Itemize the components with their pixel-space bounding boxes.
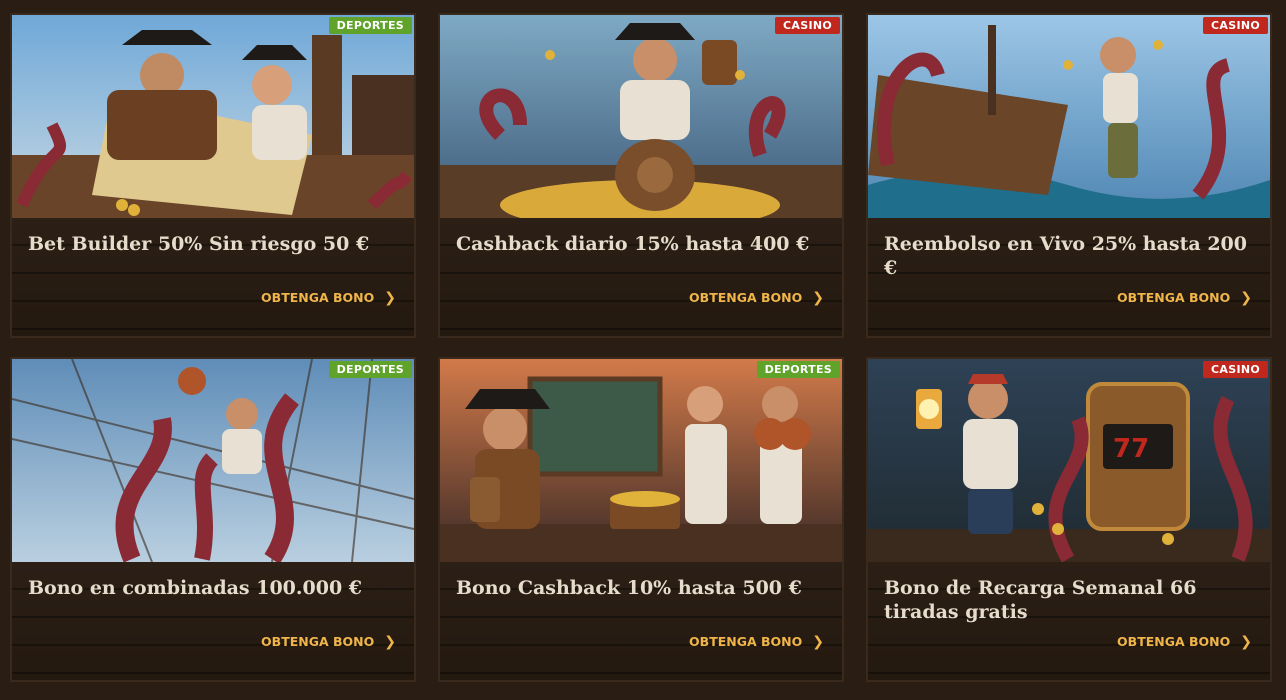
chevron-right-icon: ❯	[1240, 633, 1252, 650]
promo-image: DEPORTES	[440, 359, 842, 562]
get-bonus-button[interactable]: OBTENGA BONO ❯	[689, 634, 824, 649]
card-body: Bono en combinadas 100.000 € OBTENGA BON…	[12, 562, 414, 680]
chevron-right-icon: ❯	[1240, 289, 1252, 306]
promo-card-daily-cashback[interactable]: CASINO Cashback diario 15% hasta 400 € O…	[438, 13, 844, 338]
card-body: Bono de Recarga Semanal 66 tiradas grati…	[868, 562, 1270, 680]
promo-card-combo-bonus[interactable]: DEPORTES Bono en combinadas 100.000 € OB…	[10, 357, 416, 682]
card-body: Bono Cashback 10% hasta 500 € OBTENGA BO…	[440, 562, 842, 680]
promo-card-cashback-bonus[interactable]: DEPORTES Bono Cashback 10% hasta 500 € O…	[438, 357, 844, 682]
cta-label: OBTENGA BONO	[689, 290, 803, 305]
cta-label: OBTENGA BONO	[261, 634, 375, 649]
promo-title: Bono en combinadas 100.000 €	[28, 577, 363, 599]
promo-title: Cashback diario 15% hasta 400 €	[456, 233, 810, 255]
promo-image: DEPORTES	[12, 15, 414, 218]
cta-label: OBTENGA BONO	[1117, 634, 1231, 649]
chevron-right-icon: ❯	[384, 289, 396, 306]
promo-image: DEPORTES	[12, 359, 414, 562]
category-badge: DEPORTES	[328, 361, 412, 378]
promo-title: Bono Cashback 10% hasta 500 €	[456, 577, 802, 599]
category-badge: CASINO	[775, 17, 840, 34]
cta-label: OBTENGA BONO	[689, 634, 803, 649]
get-bonus-button[interactable]: OBTENGA BONO ❯	[261, 290, 396, 305]
chevron-right-icon: ❯	[384, 633, 396, 650]
promo-title: Reembolso en Vivo 25% hasta 200 €	[884, 233, 1247, 279]
category-badge: DEPORTES	[756, 361, 840, 378]
category-badge: CASINO	[1203, 361, 1268, 378]
chevron-right-icon: ❯	[812, 289, 824, 306]
get-bonus-button[interactable]: OBTENGA BONO ❯	[1117, 634, 1252, 649]
card-body: Bet Builder 50% Sin riesgo 50 € OBTENGA …	[12, 218, 414, 336]
category-badge: CASINO	[1203, 17, 1268, 34]
category-badge: DEPORTES	[328, 17, 412, 34]
chevron-right-icon: ❯	[812, 633, 824, 650]
promo-image: CASINO	[868, 15, 1270, 218]
promo-image: CASINO	[440, 15, 842, 218]
get-bonus-button[interactable]: OBTENGA BONO ❯	[689, 290, 824, 305]
promo-image: 77 CASINO	[868, 359, 1270, 562]
cta-label: OBTENGA BONO	[1117, 290, 1231, 305]
card-body: Cashback diario 15% hasta 400 € OBTENGA …	[440, 218, 842, 336]
promo-card-live-refund[interactable]: CASINO Reembolso en Vivo 25% hasta 200 €…	[866, 13, 1272, 338]
cta-label: OBTENGA BONO	[261, 290, 375, 305]
promo-title: Bono de Recarga Semanal 66 tiradas grati…	[884, 577, 1197, 623]
svg-text:77: 77	[1113, 434, 1149, 464]
promo-title: Bet Builder 50% Sin riesgo 50 €	[28, 233, 370, 255]
promotions-grid: DEPORTES Bet Builder 50% Sin riesgo 50 €…	[0, 0, 1286, 700]
promo-card-bet-builder[interactable]: DEPORTES Bet Builder 50% Sin riesgo 50 €…	[10, 13, 416, 338]
promo-card-weekly-reload[interactable]: 77 CASINO Bono de Recarga Semanal 66 tir…	[866, 357, 1272, 682]
get-bonus-button[interactable]: OBTENGA BONO ❯	[1117, 290, 1252, 305]
card-body: Reembolso en Vivo 25% hasta 200 € OBTENG…	[868, 218, 1270, 336]
get-bonus-button[interactable]: OBTENGA BONO ❯	[261, 634, 396, 649]
